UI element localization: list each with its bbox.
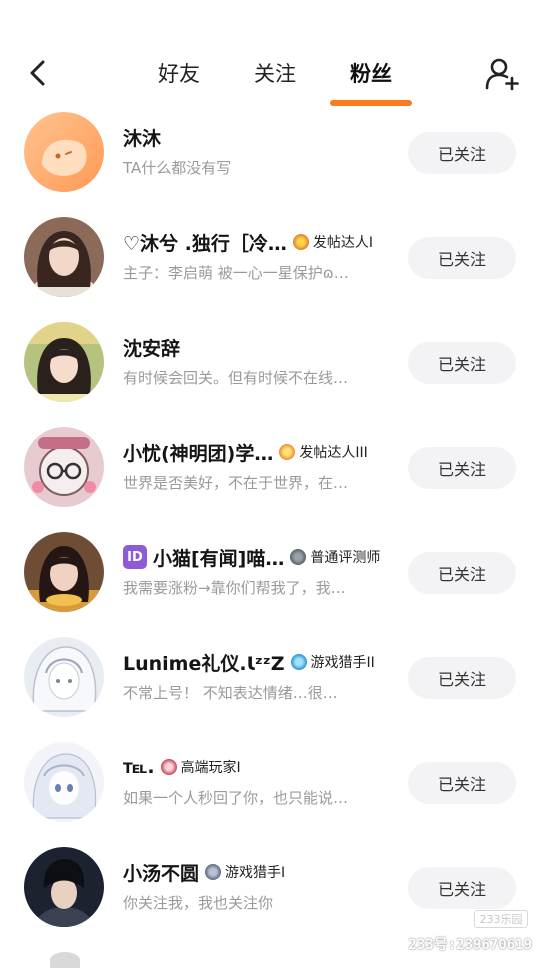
badge-icon <box>205 864 222 880</box>
name-line: 小忧(神明团)学… 发帖达人III <box>123 437 403 467</box>
name-line: 沐沐 <box>123 122 403 152</box>
name-line: 沈安辞 <box>123 332 403 362</box>
add-user-icon <box>485 58 519 91</box>
level-badge: 普通评测师 <box>290 547 380 567</box>
follower-name: ♡沐兮 .独行［冷… <box>123 232 287 255</box>
level-badge: 发帖达人III <box>279 442 368 462</box>
followed-button[interactable]: 已关注 <box>408 762 516 804</box>
list-item[interactable]: 沈安辞 有时候会回关。但有时候不在线… 已关注 <box>0 310 540 415</box>
badge-icon <box>160 759 177 775</box>
avatar[interactable] <box>24 322 104 402</box>
back-button[interactable] <box>20 56 54 90</box>
list-item[interactable]: 沐沐 TA什么都没有写 已关注 <box>0 100 540 205</box>
badge-icon <box>279 444 296 460</box>
badge-icon <box>290 549 307 565</box>
badge-label: 发帖达人I <box>312 235 374 251</box>
followed-button[interactable]: 已关注 <box>408 657 516 699</box>
list-item[interactable]: ℡. 高端玩家I 如果一个人秒回了你，也只能说… 已关注 <box>0 730 540 835</box>
followed-button[interactable]: 已关注 <box>408 132 516 174</box>
avatar[interactable] <box>24 742 104 822</box>
avatar[interactable] <box>24 427 104 507</box>
follower-bio: 有时候会回关。但有时候不在线… <box>123 369 349 387</box>
tab-followers[interactable]: 粉丝 <box>330 56 412 106</box>
tab-friends[interactable]: 好友 <box>150 56 208 96</box>
avatar[interactable] <box>24 637 104 717</box>
add-friend-button[interactable] <box>484 56 520 92</box>
chevron-left-icon <box>30 60 45 86</box>
follower-name: 小猫[有闻]喵… <box>153 547 285 570</box>
tab-following[interactable]: 关注 <box>246 56 304 96</box>
badge-label: 游戏猎手I <box>225 865 286 881</box>
badge-label: 高端玩家I <box>180 760 241 776</box>
list-item[interactable]: 小忧(神明团)学… 发帖达人III 世界是否美好，不在于世界，在… 已关注 <box>0 415 540 520</box>
list-item[interactable]: ♡沐兮 .独行［冷… 发帖达人I 主子：李启萌 被一心一星保护ɷ… 已关注 <box>0 205 540 310</box>
avatar[interactable] <box>24 217 104 297</box>
follower-bio: 世界是否美好，不在于世界，在… <box>123 474 349 492</box>
follower-name: 沈安辞 <box>123 337 181 360</box>
level-badge: 游戏猎手II <box>290 652 375 672</box>
follower-name: 小忧(神明团)学… <box>123 442 274 465</box>
badge-label: 普通评测师 <box>310 550 381 566</box>
next-avatar-peek <box>50 952 80 968</box>
badge-icon <box>292 234 309 250</box>
badge-icon <box>290 654 307 670</box>
follower-name: ℡. <box>123 756 155 778</box>
follower-bio: 不常上号！ 不知表达情绪…很… <box>123 684 338 702</box>
top-bar: 好友 关注 粉丝 <box>0 0 540 116</box>
follower-bio: 主子：李启萌 被一心一星保护ɷ… <box>123 264 349 282</box>
follower-bio: 你关注我，我也关注你 <box>123 894 274 912</box>
level-badge: 游戏猎手I <box>205 862 285 882</box>
followed-button[interactable]: 已关注 <box>408 342 516 384</box>
name-line: Lunime礼仪.ꙆᶻᶻZ 游戏猎手II <box>123 647 403 677</box>
id-badge-icon: ID <box>123 545 147 569</box>
followed-button[interactable]: 已关注 <box>408 552 516 594</box>
name-line: 小汤不圆 游戏猎手I <box>123 857 403 887</box>
level-badge: 高端玩家I <box>160 757 241 777</box>
avatar[interactable] <box>24 112 104 192</box>
follower-bio: 如果一个人秒回了你，也只能说… <box>123 789 349 807</box>
list-item[interactable]: Lunime礼仪.ꙆᶻᶻZ 游戏猎手II 不常上号！ 不知表达情绪…很… 已关注 <box>0 625 540 730</box>
avatar[interactable] <box>24 847 104 927</box>
follower-name: 沐沐 <box>123 127 162 150</box>
name-line: ℡. 高端玩家I <box>123 752 403 782</box>
name-line: ♡沐兮 .独行［冷… 发帖达人I <box>123 227 403 257</box>
watermark-user-id: 233号:239670619 <box>408 937 532 953</box>
badge-label: 游戏猎手II <box>310 655 375 671</box>
follower-name: Lunime礼仪.ꙆᶻᶻZ <box>123 652 285 675</box>
badge-label: 发帖达人III <box>299 445 368 461</box>
follower-list: 沐沐 TA什么都没有写 已关注 ♡沐兮 .独行［冷… 发帖达人I 主子：李启萌 … <box>0 100 540 940</box>
list-item[interactable]: 小汤不圆 游戏猎手I 你关注我，我也关注你 已关注 <box>0 835 540 940</box>
tab-bar: 好友 关注 粉丝 <box>150 56 412 106</box>
follower-bio: TA什么都没有写 <box>123 159 232 177</box>
avatar[interactable] <box>24 532 104 612</box>
watermark-logo: 233乐园 <box>474 910 528 928</box>
follower-bio: 我需要涨粉→靠你们帮我了，我… <box>123 579 346 597</box>
level-badge: 发帖达人I <box>292 232 374 252</box>
follower-name: 小汤不圆 <box>123 862 200 885</box>
list-item[interactable]: ID 小猫[有闻]喵… 普通评测师 我需要涨粉→靠你们帮我了，我… 已关注 <box>0 520 540 625</box>
followed-button[interactable]: 已关注 <box>408 447 516 489</box>
name-line: ID 小猫[有闻]喵… 普通评测师 <box>123 542 403 572</box>
followed-button[interactable]: 已关注 <box>408 867 516 909</box>
followed-button[interactable]: 已关注 <box>408 237 516 279</box>
